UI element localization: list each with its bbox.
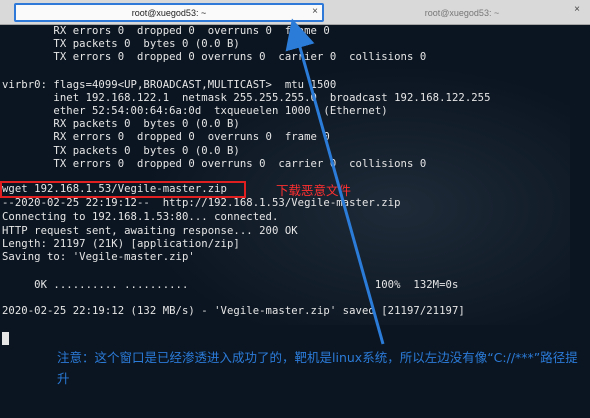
command-highlight-box (0, 181, 246, 198)
terminal-line: 2020-02-25 22:19:12 (132 MB/s) - 'Vegile… (2, 305, 465, 317)
annotation-note: 注意：这个窗口是已经渗透进入成功了的，靶机是linux系统，所以左边没有像“C:… (57, 350, 578, 386)
terminal-line: ether 52:54:00:64:6a:0d txqueuelen 1000 … (2, 105, 388, 117)
terminal-cursor (2, 332, 9, 345)
terminal-line: TX packets 0 bytes 0 (0.0 B) (2, 38, 240, 50)
terminal-line: Saving to: 'Vegile-master.zip' (2, 251, 195, 263)
terminal-line: TX errors 0 dropped 0 overruns 0 carrier… (2, 158, 427, 170)
terminal-line: Connecting to 192.168.1.53:80... connect… (2, 211, 279, 223)
terminal-line: inet 192.168.122.1 netmask 255.255.255.0… (2, 92, 491, 104)
close-icon[interactable]: × (312, 6, 318, 17)
terminal-line: RX errors 0 dropped 0 overruns 0 frame 0 (2, 131, 330, 143)
terminal-line: TX packets 0 bytes 0 (0.0 B) (2, 145, 240, 157)
tab-terminal-active[interactable]: root@xuegod53: ~ × (14, 3, 324, 22)
terminal-line: TX errors 0 dropped 0 overruns 0 carrier… (2, 51, 427, 63)
download-progress: 0K .......... .......... 100% 132M=0s (2, 279, 459, 291)
tab-bar: root@xuegod53: ~ × root@xuegod53: ~ × (0, 0, 590, 25)
tab-title: root@xuegod53: ~ (424, 7, 500, 18)
terminal-line: RX packets 0 bytes 0 (0.0 B) (2, 118, 240, 130)
terminal-line: RX errors 0 dropped 0 overruns 0 frame 0 (2, 25, 330, 37)
tab-title: root@xuegod53: ~ (131, 7, 207, 18)
terminal-line: virbr0: flags=4099<UP,BROADCAST,MULTICAS… (2, 79, 337, 91)
terminal-line: Length: 21197 (21K) [application/zip] (2, 238, 240, 250)
download-annotation: 下载恶意文件 (276, 183, 352, 198)
terminal-area[interactable]: RX errors 0 dropped 0 overruns 0 frame 0… (0, 25, 590, 418)
close-icon[interactable]: × (574, 4, 580, 15)
terminal-line: HTTP request sent, awaiting response... … (2, 225, 298, 237)
tab-terminal-2[interactable]: root@xuegod53: ~ × (334, 3, 590, 22)
